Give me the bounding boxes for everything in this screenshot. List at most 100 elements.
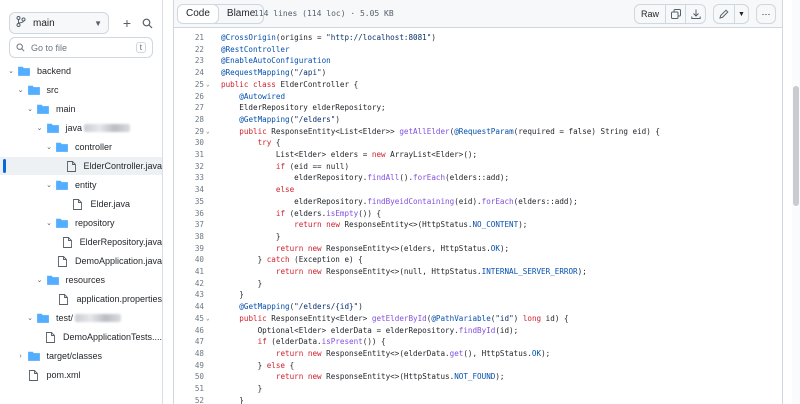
code-text: return new ResponseEntity<>(null, HttpSt… bbox=[275, 267, 587, 276]
search-icon bbox=[16, 43, 25, 52]
code-line: 36 if (elders.isEmpty()) { bbox=[174, 208, 782, 220]
file-icon bbox=[62, 236, 72, 248]
download-icon bbox=[690, 9, 701, 19]
line-number[interactable]: 33 bbox=[174, 172, 204, 184]
tree-folder[interactable]: ⌄ backend bbox=[0, 62, 162, 80]
chevron-down-icon[interactable]: ⌄ bbox=[35, 124, 45, 132]
line-number[interactable]: 26 bbox=[174, 91, 204, 103]
fold-chevron-icon[interactable]: ⌄ bbox=[206, 313, 214, 325]
line-number[interactable]: 37 bbox=[174, 219, 204, 231]
branch-selector[interactable]: main ▼ bbox=[9, 12, 109, 34]
line-number[interactable]: 21 bbox=[174, 32, 204, 44]
line-number[interactable]: 52 bbox=[174, 395, 204, 404]
edit-dropdown[interactable]: ▼ bbox=[735, 4, 749, 24]
code-text: } else { bbox=[221, 360, 295, 370]
tree-folder[interactable]: ⌄ main bbox=[0, 100, 162, 118]
tree-file[interactable]: ElderController.java bbox=[0, 157, 162, 175]
plus-icon: + bbox=[122, 15, 132, 31]
code-text: return new ResponseEntity<>(elders, Http… bbox=[275, 243, 510, 253]
line-number[interactable]: 30 bbox=[174, 137, 204, 149]
fold-chevron-icon[interactable]: ⌄ bbox=[206, 79, 214, 91]
copy-icon bbox=[670, 9, 681, 19]
tree-item-label: backend bbox=[37, 66, 72, 76]
chevron-down-icon[interactable]: ⌄ bbox=[44, 181, 54, 189]
chevron-down-icon[interactable]: ⌄ bbox=[16, 86, 26, 94]
code-line: 23 @EnableAutoConfiguration bbox=[174, 55, 782, 67]
download-button[interactable] bbox=[686, 4, 706, 24]
line-number[interactable]: 46 bbox=[174, 325, 204, 337]
line-number[interactable]: 38 bbox=[174, 231, 204, 243]
line-number[interactable]: 32 bbox=[174, 161, 204, 173]
line-number[interactable]: 39 bbox=[174, 243, 204, 255]
kebab-icon: ⋯ bbox=[761, 8, 771, 19]
tree-file[interactable]: DemoApplication.java bbox=[0, 252, 162, 270]
line-number[interactable]: 34 bbox=[174, 184, 204, 196]
line-number[interactable]: 27 bbox=[174, 102, 204, 114]
line-number[interactable]: 45 bbox=[174, 313, 204, 325]
tree-file[interactable]: ElderRepository.java bbox=[0, 233, 162, 251]
line-number[interactable]: 24 bbox=[174, 67, 204, 79]
line-number[interactable]: 23 bbox=[174, 55, 204, 67]
tree-folder[interactable]: ⌄ test/ bbox=[0, 309, 162, 327]
chevron-down-icon[interactable]: ⌄ bbox=[25, 105, 35, 113]
code-text: if (eid == null) bbox=[275, 161, 350, 171]
search-button[interactable] bbox=[136, 12, 158, 34]
line-number[interactable]: 36 bbox=[174, 208, 204, 220]
line-number[interactable]: 42 bbox=[174, 278, 204, 290]
code-text: return new ResponseEntity<>(HttpStatus.N… bbox=[275, 372, 505, 382]
tree-file[interactable]: Elder.java bbox=[0, 195, 162, 213]
tab-code[interactable]: Code bbox=[178, 5, 219, 23]
code-line: 37 return new ResponseEntity<>(HttpStatu… bbox=[174, 219, 782, 231]
view-mode-toggle: Code Blame bbox=[177, 4, 265, 24]
line-number[interactable]: 35 bbox=[174, 196, 204, 208]
scrollbar-thumb[interactable] bbox=[793, 86, 799, 206]
tree-folder[interactable]: ⌄ controller bbox=[0, 138, 162, 156]
tree-folder[interactable]: ⌄ src bbox=[0, 81, 162, 99]
chevron-down-icon[interactable]: ⌄ bbox=[6, 67, 16, 75]
chevron-down-icon[interactable]: ⌄ bbox=[44, 219, 54, 227]
tree-folder[interactable]: ⌄ java bbox=[0, 119, 162, 137]
code-line: 28 @GetMapping("/elders") bbox=[174, 114, 782, 126]
tree-folder[interactable]: ⌄ resources bbox=[0, 271, 162, 289]
tree-folder[interactable]: ⌄ repository bbox=[0, 214, 162, 232]
code-text: public class ElderController { bbox=[221, 79, 359, 89]
code-line: 45 ⌄ public ResponseEntity<Elder> getElde… bbox=[174, 313, 782, 325]
raw-button[interactable]: Raw bbox=[633, 4, 666, 24]
line-number[interactable]: 28 bbox=[174, 114, 204, 126]
tree-file[interactable]: application.properties bbox=[0, 290, 162, 308]
shortcut-hint: t bbox=[135, 42, 146, 53]
line-number[interactable]: 25 bbox=[174, 79, 204, 91]
chevron-down-icon[interactable]: ⌄ bbox=[44, 143, 54, 151]
line-number[interactable]: 48 bbox=[174, 348, 204, 360]
tree-item-label: main bbox=[56, 104, 76, 114]
chevron-right-icon[interactable]: › bbox=[16, 353, 26, 360]
tree-folder[interactable]: ⌄ entity bbox=[0, 176, 162, 194]
line-number[interactable]: 50 bbox=[174, 371, 204, 383]
line-number[interactable]: 51 bbox=[174, 383, 204, 395]
line-number[interactable]: 31 bbox=[174, 149, 204, 161]
chevron-down-icon[interactable]: ⌄ bbox=[25, 314, 35, 322]
code-text: } bbox=[221, 278, 263, 288]
tree-file[interactable]: DemoApplicationTests.... bbox=[0, 328, 162, 346]
tree-file[interactable]: pom.xml bbox=[0, 366, 162, 384]
tree-folder[interactable]: › target/classes bbox=[0, 347, 162, 365]
more-options-button[interactable]: ⋯ bbox=[756, 4, 776, 24]
panel-divider[interactable] bbox=[162, 0, 163, 404]
tree-item-label: java bbox=[65, 123, 83, 133]
chevron-down-icon[interactable]: ⌄ bbox=[35, 276, 45, 284]
line-number[interactable]: 44 bbox=[174, 301, 204, 313]
line-number[interactable]: 49 bbox=[174, 360, 204, 372]
edit-button[interactable] bbox=[713, 4, 735, 24]
line-number[interactable]: 41 bbox=[174, 266, 204, 278]
line-number[interactable]: 22 bbox=[174, 44, 204, 56]
copy-button[interactable] bbox=[666, 4, 686, 24]
go-to-file-input[interactable]: Go to file t bbox=[9, 37, 153, 58]
fold-chevron-icon[interactable]: ⌄ bbox=[206, 126, 214, 138]
line-number[interactable]: 43 bbox=[174, 289, 204, 301]
page-scrollbar[interactable] bbox=[792, 0, 800, 404]
file-icon bbox=[72, 198, 84, 210]
add-file-button[interactable]: + bbox=[116, 12, 138, 34]
line-number[interactable]: 29 bbox=[174, 126, 204, 138]
line-number[interactable]: 40 bbox=[174, 254, 204, 266]
line-number[interactable]: 47 bbox=[174, 336, 204, 348]
